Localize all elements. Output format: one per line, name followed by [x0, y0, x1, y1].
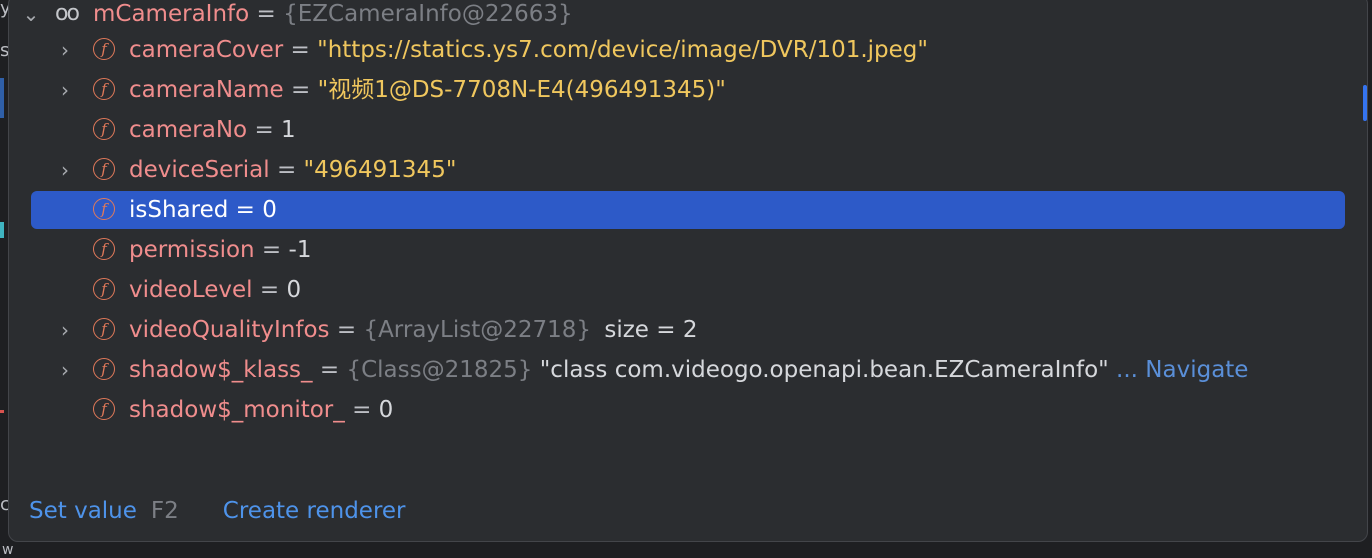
field-icon: f: [93, 198, 115, 220]
debugger-variables-popup: ⌄ oo mCameraInfo = {EZCameraInfo@22663} …: [8, 0, 1368, 542]
popup-footer: Set value F2 Create renderer: [29, 493, 406, 529]
field-name: shadow$_monitor_: [129, 397, 345, 423]
field-value: {Class@21825}: [346, 357, 533, 383]
field-icon: f: [93, 318, 115, 340]
field-value: -1: [288, 237, 312, 263]
field-icon: f: [93, 118, 115, 140]
expand-icon[interactable]: ›: [55, 151, 75, 189]
field-value: 0: [286, 277, 302, 303]
field-value: "496491345": [303, 157, 457, 183]
equals-sign: =: [254, 117, 274, 143]
field-value: "https://statics.ys7.com/device/image/DV…: [317, 37, 928, 63]
field-value: 1: [281, 117, 296, 143]
scrollbar-thumb[interactable]: [1363, 85, 1367, 121]
field-value: {ArrayList@22718}: [363, 317, 592, 343]
variable-row-root[interactable]: ⌄ oo mCameraInfo = {EZCameraInfo@22663}: [23, 0, 1345, 33]
variable-row[interactable]: › f shadow$_klass_ = {Class@21825} "clas…: [31, 351, 1345, 389]
equals-sign: =: [276, 157, 297, 183]
field-name: videoQualityInfos: [129, 317, 330, 343]
field-name: cameraCover: [129, 37, 284, 63]
field-icon: f: [93, 158, 115, 180]
equals-sign: =: [352, 397, 372, 423]
field-name: deviceSerial: [129, 157, 270, 183]
field-name: shadow$_klass_: [129, 357, 313, 383]
equals-sign: =: [235, 197, 255, 223]
edge-error-marker: [0, 410, 4, 413]
field-name: cameraNo: [129, 117, 248, 143]
expand-icon[interactable]: ›: [55, 71, 75, 109]
field-icon: f: [93, 238, 115, 260]
variable-row-selected[interactable]: f isShared = 0: [31, 191, 1345, 229]
variable-name: mCameraInfo: [93, 1, 250, 27]
equals-sign: =: [291, 77, 311, 103]
field-icon: f: [93, 398, 115, 420]
scrollbar[interactable]: [1363, 1, 1367, 541]
field-name: cameraName: [129, 77, 284, 103]
field-name: permission: [129, 237, 255, 263]
equals-sign: =: [290, 37, 310, 63]
field-icon: f: [93, 278, 115, 300]
field-extra: "class com.videogo.openapi.bean.EZCamera…: [539, 357, 1109, 383]
variable-row[interactable]: f cameraNo = 1: [31, 111, 1345, 149]
variable-row[interactable]: f videoLevel = 0: [31, 271, 1345, 309]
expand-icon[interactable]: ›: [55, 351, 75, 389]
set-value-link[interactable]: Set value: [29, 498, 137, 524]
field-icon: f: [93, 358, 115, 380]
equals-sign: =: [336, 317, 357, 343]
expand-icon[interactable]: ›: [55, 311, 75, 349]
create-renderer-link[interactable]: Create renderer: [223, 498, 406, 524]
variable-row[interactable]: f permission = -1: [31, 231, 1345, 269]
shortcut-hint: F2: [150, 498, 179, 524]
edge-highlight: [0, 78, 4, 118]
field-value: 0: [378, 397, 394, 423]
field-extra: size = 2: [604, 317, 698, 343]
edge-char: w: [2, 542, 14, 558]
variable-row[interactable]: › f videoQualityInfos = {ArrayList@22718…: [31, 311, 1345, 349]
equals-sign: =: [319, 357, 340, 383]
collapse-icon[interactable]: ⌄: [21, 0, 41, 33]
field-icon: f: [93, 78, 115, 100]
edge-marker: [0, 222, 4, 238]
equals-sign: =: [261, 237, 282, 263]
variable-row[interactable]: › f deviceSerial = "496491345": [31, 151, 1345, 189]
expand-icon[interactable]: ›: [55, 31, 75, 69]
field-value: "视频1@DS-7708N-E4(496491345)": [317, 77, 726, 103]
equals-sign: =: [259, 277, 280, 303]
variable-row[interactable]: f shadow$_monitor_ = 0: [31, 391, 1345, 429]
field-value: 0: [262, 197, 277, 223]
variable-row[interactable]: › f cameraCover = "https://statics.ys7.c…: [31, 31, 1345, 69]
variable-row[interactable]: › f cameraName = "视频1@DS-7708N-E4(496491…: [31, 71, 1345, 109]
equals-sign: =: [256, 1, 276, 27]
editor-edge: y s c: [0, 0, 11, 558]
watch-icon: oo: [55, 1, 80, 26]
navigate-link[interactable]: ... Navigate: [1116, 357, 1248, 383]
field-name: isShared: [129, 197, 229, 223]
field-name: videoLevel: [129, 277, 253, 303]
variable-value: {EZCameraInfo@22663}: [283, 1, 573, 27]
field-icon: f: [93, 38, 115, 60]
